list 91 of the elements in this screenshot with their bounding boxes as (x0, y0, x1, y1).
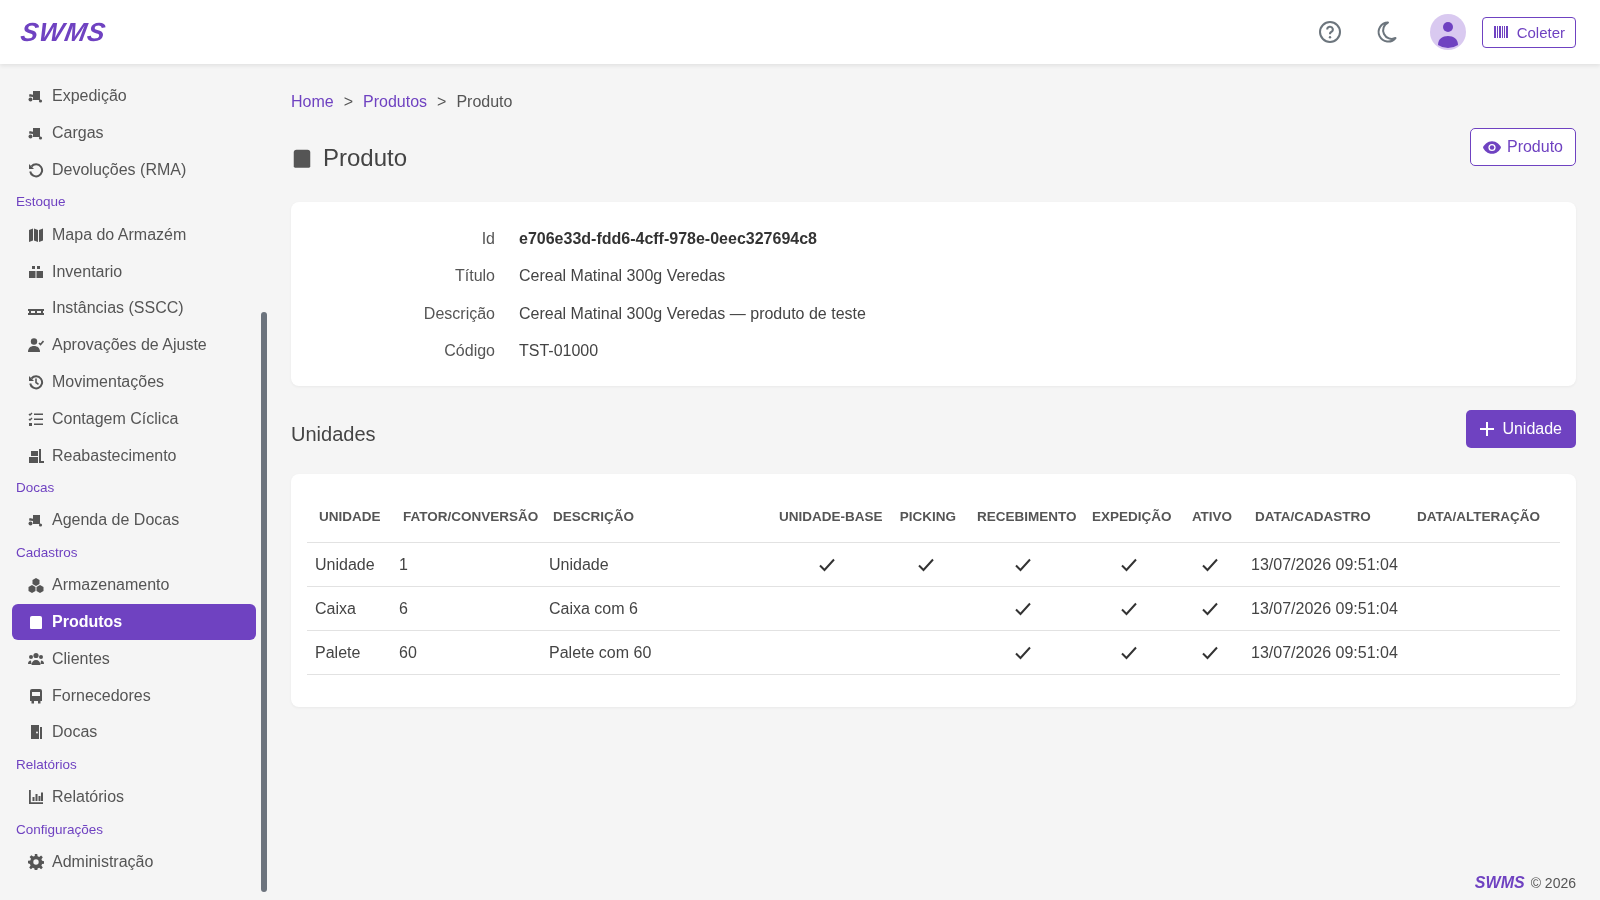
help-icon[interactable] (1317, 20, 1342, 44)
field-value: TST-01000 (519, 342, 599, 361)
breadcrumb-link[interactable]: Home (291, 93, 334, 111)
section-heading: Docas (15, 478, 56, 497)
section-title: Unidades (291, 422, 376, 446)
sidebar-item[interactable]: Armazenamento (12, 566, 256, 604)
sidebar-item[interactable]: Contagem Cíclica (12, 400, 256, 438)
column-header: UNIDADE (319, 508, 381, 524)
sidebar-item[interactable]: Docas (12, 713, 256, 751)
column-header: RECEBIMENTO (977, 508, 1077, 524)
column-header: DATA/CADASTRO (1255, 508, 1371, 524)
history-icon (28, 373, 44, 390)
undo-icon (28, 162, 44, 178)
barcode-icon (1493, 26, 1508, 38)
table-cell: 60 (399, 643, 417, 661)
logo[interactable]: SWMS (18, 16, 109, 48)
settings-icon (28, 853, 44, 870)
sidebar-item[interactable]: Fornecedores (12, 677, 256, 714)
box-icon (291, 147, 313, 169)
table-cell: Palete com 60 (549, 643, 652, 661)
view-product-button[interactable]: Produto (1469, 128, 1576, 166)
column-header: FATOR/CONVERSÃO (403, 508, 539, 524)
field-value: Cereal Matinal 300g Veredas (519, 267, 726, 286)
sidebar-item[interactable]: Reabastecimento (12, 437, 256, 474)
breadcrumb-separator: > (343, 93, 354, 111)
field-label: Id (480, 229, 495, 248)
sidebar-item[interactable]: Movimentações (12, 363, 256, 401)
door-icon (28, 724, 44, 741)
field-value: Cereal Matinal 300g Veredas — produto de teste (519, 304, 866, 323)
map-icon (28, 226, 44, 243)
cubes-icon (28, 577, 44, 594)
truck-icon (28, 512, 44, 529)
plus-icon (1480, 422, 1495, 436)
column-header: PICKING (899, 508, 957, 524)
field-label: Descrição (422, 304, 495, 323)
bus-icon (28, 687, 44, 704)
table-cell: 13/07/2026 09:51:04 (1251, 643, 1398, 661)
column-header: DESCRIÇÃO (553, 508, 634, 524)
sidebar-item[interactable]: Inventario (12, 253, 256, 290)
breadcrumb-separator: > (437, 93, 447, 111)
field-value: e706e33d-fdd6-4cff-978e-0eec327694c8 (519, 229, 817, 248)
sidebar-item[interactable]: Cargas (12, 114, 256, 152)
box-stack-icon (28, 447, 44, 464)
table-cell: 1 (399, 555, 408, 573)
sidebar-item[interactable]: Relatórios (12, 778, 256, 816)
section-heading: Configurações (15, 820, 105, 839)
scrollbar[interactable] (261, 312, 267, 892)
column-header: ATIVO (1191, 508, 1233, 524)
footer-logo: SWMS (1474, 874, 1525, 892)
breadcrumb-link[interactable]: Produtos (363, 93, 428, 111)
avatar-icon[interactable] (1429, 14, 1466, 50)
users-icon (28, 650, 44, 667)
table-cell: Caixa (315, 599, 356, 617)
field-label: Título (454, 267, 495, 286)
table-cell: Caixa com 6 (549, 599, 638, 617)
sidebar-item[interactable]: Produtos (12, 603, 256, 641)
section-heading: Cadastros (15, 543, 79, 562)
collector-button[interactable]: Coleter (1481, 16, 1576, 48)
table-cell: Unidade (549, 555, 609, 573)
sidebar-item[interactable]: Mapa do Armazém (12, 216, 256, 254)
section-heading: Relatórios (15, 755, 78, 774)
breadcrumb-current: Produto (456, 93, 513, 111)
table-cell: Unidade (315, 555, 375, 573)
sidebar-item[interactable]: Administração (12, 843, 256, 881)
sidebar-item[interactable]: Agenda de Docas (12, 501, 256, 539)
boxes-icon (28, 263, 44, 280)
eye-icon (1482, 140, 1501, 154)
add-unit-button[interactable]: Unidade (1466, 410, 1576, 448)
box-icon (28, 613, 44, 630)
truck-icon (28, 88, 44, 105)
sidebar-item[interactable]: Instâncias (SSCC) (12, 290, 256, 327)
checklist-icon (28, 410, 44, 427)
truck-icon (28, 125, 44, 142)
user-check-icon (28, 337, 44, 354)
page-title: Produto (323, 144, 408, 172)
column-header: UNIDADE-BASE (779, 508, 883, 524)
bar-chart-icon (28, 789, 44, 806)
column-header: DATA/ALTERAÇÃO (1417, 508, 1540, 524)
table-cell: 13/07/2026 09:51:04 (1251, 599, 1398, 617)
table-cell: 13/07/2026 09:51:04 (1251, 555, 1398, 573)
sidebar-item[interactable]: Aprovações de Ajuste (12, 326, 256, 364)
table-cell: 6 (399, 599, 408, 617)
sidebar-item[interactable]: Devoluções (RMA) (12, 151, 256, 189)
pallet-icon (28, 309, 44, 316)
table-cell: Palete (315, 643, 361, 661)
copyright-text: © 2026 (1530, 875, 1576, 891)
section-heading: Estoque (15, 193, 67, 212)
column-header: EXPEDIÇÃO (1092, 508, 1172, 524)
field-label: Código (443, 342, 495, 361)
sidebar-item[interactable]: Expedição (12, 78, 256, 115)
sidebar-item[interactable]: Clientes (12, 640, 256, 678)
